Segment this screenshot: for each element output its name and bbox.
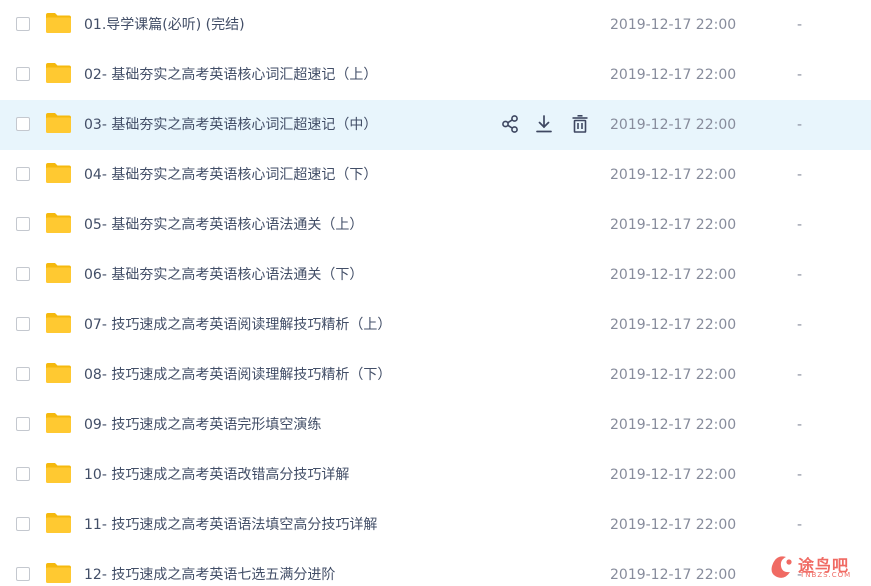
- file-size: -: [797, 317, 803, 333]
- checkbox-icon[interactable]: [16, 517, 30, 531]
- file-size: -: [797, 367, 803, 383]
- file-name[interactable]: 05- 基础夯实之高考英语核心语法通关（上）: [84, 215, 363, 235]
- file-row[interactable]: 08- 技巧速成之高考英语阅读理解技巧精析（下） 2019-12-17 22:00…: [0, 350, 871, 400]
- checkbox-icon[interactable]: [16, 167, 30, 181]
- file-size: -: [797, 17, 803, 33]
- modified-time: 2019-12-17 22:00: [610, 517, 737, 533]
- checkbox-icon[interactable]: [16, 67, 30, 81]
- file-size: -: [797, 417, 803, 433]
- folder-icon: [45, 212, 72, 234]
- checkbox-icon[interactable]: [16, 417, 30, 431]
- watermark-logo-icon: [771, 556, 792, 578]
- folder-icon: [45, 362, 72, 384]
- checkbox-icon[interactable]: [16, 17, 30, 31]
- checkbox-icon[interactable]: [16, 367, 30, 381]
- file-size: -: [797, 517, 803, 533]
- modified-time: 2019-12-17 22:00: [610, 217, 737, 233]
- file-name[interactable]: 02- 基础夯实之高考英语核心词汇超速记（上）: [84, 65, 377, 85]
- download-icon[interactable]: [533, 113, 555, 135]
- file-row[interactable]: 03- 基础夯实之高考英语核心词汇超速记（中） 2019-12-17 22:00 -: [0, 100, 871, 150]
- watermark-subtext: TNBZS.COM: [800, 571, 852, 579]
- file-name[interactable]: 09- 技巧速成之高考英语完形填空演练: [84, 415, 321, 435]
- file-size: -: [797, 467, 803, 483]
- file-name[interactable]: 04- 基础夯实之高考英语核心词汇超速记（下）: [84, 165, 377, 185]
- file-name[interactable]: 07- 技巧速成之高考英语阅读理解技巧精析（上）: [84, 315, 391, 335]
- share-icon[interactable]: [499, 113, 521, 135]
- checkbox-icon[interactable]: [16, 117, 30, 131]
- file-row[interactable]: 05- 基础夯实之高考英语核心语法通关（上） 2019-12-17 22:00 -: [0, 200, 871, 250]
- checkbox-icon[interactable]: [16, 467, 30, 481]
- modified-time: 2019-12-17 22:00: [610, 167, 737, 183]
- file-row[interactable]: 02- 基础夯实之高考英语核心词汇超速记（上） 2019-12-17 22:00 -: [0, 50, 871, 100]
- folder-icon: [45, 462, 72, 484]
- checkbox-icon[interactable]: [16, 217, 30, 231]
- folder-icon: [45, 312, 72, 334]
- file-name[interactable]: 01.导学课篇(必听) (完结): [84, 15, 245, 35]
- checkbox-icon[interactable]: [16, 267, 30, 281]
- folder-icon: [45, 162, 72, 184]
- file-row[interactable]: 09- 技巧速成之高考英语完形填空演练 2019-12-17 22:00 -: [0, 400, 871, 450]
- file-size: -: [797, 267, 803, 283]
- file-size: -: [797, 117, 803, 133]
- file-name[interactable]: 10- 技巧速成之高考英语改错高分技巧详解: [84, 465, 349, 485]
- trash-icon[interactable]: [569, 113, 591, 135]
- folder-icon: [45, 412, 72, 434]
- folder-icon: [45, 62, 72, 84]
- folder-icon: [45, 262, 72, 284]
- folder-icon: [45, 12, 72, 34]
- file-name[interactable]: 06- 基础夯实之高考英语核心语法通关（下）: [84, 265, 363, 285]
- modified-time: 2019-12-17 22:00: [610, 317, 737, 333]
- modified-time: 2019-12-17 22:00: [610, 67, 737, 83]
- file-row[interactable]: 07- 技巧速成之高考英语阅读理解技巧精析（上） 2019-12-17 22:00…: [0, 300, 871, 350]
- file-size: -: [797, 67, 803, 83]
- file-size: -: [797, 167, 803, 183]
- folder-icon: [45, 562, 72, 584]
- modified-time: 2019-12-17 22:00: [610, 567, 737, 583]
- file-size: -: [797, 217, 803, 233]
- file-name[interactable]: 11- 技巧速成之高考英语语法填空高分技巧详解: [84, 515, 377, 535]
- file-list: 01.导学课篇(必听) (完结) 2019-12-17 22:00-02- 基础夯…: [0, 0, 871, 586]
- file-row[interactable]: 10- 技巧速成之高考英语改错高分技巧详解 2019-12-17 22:00 -: [0, 450, 871, 500]
- file-name[interactable]: 08- 技巧速成之高考英语阅读理解技巧精析（下）: [84, 365, 391, 385]
- folder-icon: [45, 512, 72, 534]
- modified-time: 2019-12-17 22:00: [610, 367, 737, 383]
- modified-time: 2019-12-17 22:00: [610, 267, 737, 283]
- modified-time: 2019-12-17 22:00: [610, 417, 737, 433]
- modified-time: 2019-12-17 22:00: [610, 17, 737, 33]
- checkbox-icon[interactable]: [16, 317, 30, 331]
- file-row[interactable]: 12- 技巧速成之高考英语七选五满分进阶 2019-12-17 22:00-: [0, 550, 871, 586]
- watermark-logo: 途鸟吧 TNBZS.COM: [768, 550, 868, 584]
- file-name[interactable]: 12- 技巧速成之高考英语七选五满分进阶: [84, 565, 335, 585]
- file-row[interactable]: 04- 基础夯实之高考英语核心词汇超速记（下） 2019-12-17 22:00 -: [0, 150, 871, 200]
- file-name[interactable]: 03- 基础夯实之高考英语核心词汇超速记（中）: [84, 115, 377, 135]
- folder-icon: [45, 112, 72, 134]
- checkbox-icon[interactable]: [16, 567, 30, 581]
- file-row[interactable]: 06- 基础夯实之高考英语核心语法通关（下） 2019-12-17 22:00 -: [0, 250, 871, 300]
- file-row[interactable]: 01.导学课篇(必听) (完结) 2019-12-17 22:00 -: [0, 0, 871, 50]
- modified-time: 2019-12-17 22:00: [610, 467, 737, 483]
- file-row[interactable]: 11- 技巧速成之高考英语语法填空高分技巧详解 2019-12-17 22:00 -: [0, 500, 871, 550]
- modified-time: 2019-12-17 22:00: [610, 117, 737, 133]
